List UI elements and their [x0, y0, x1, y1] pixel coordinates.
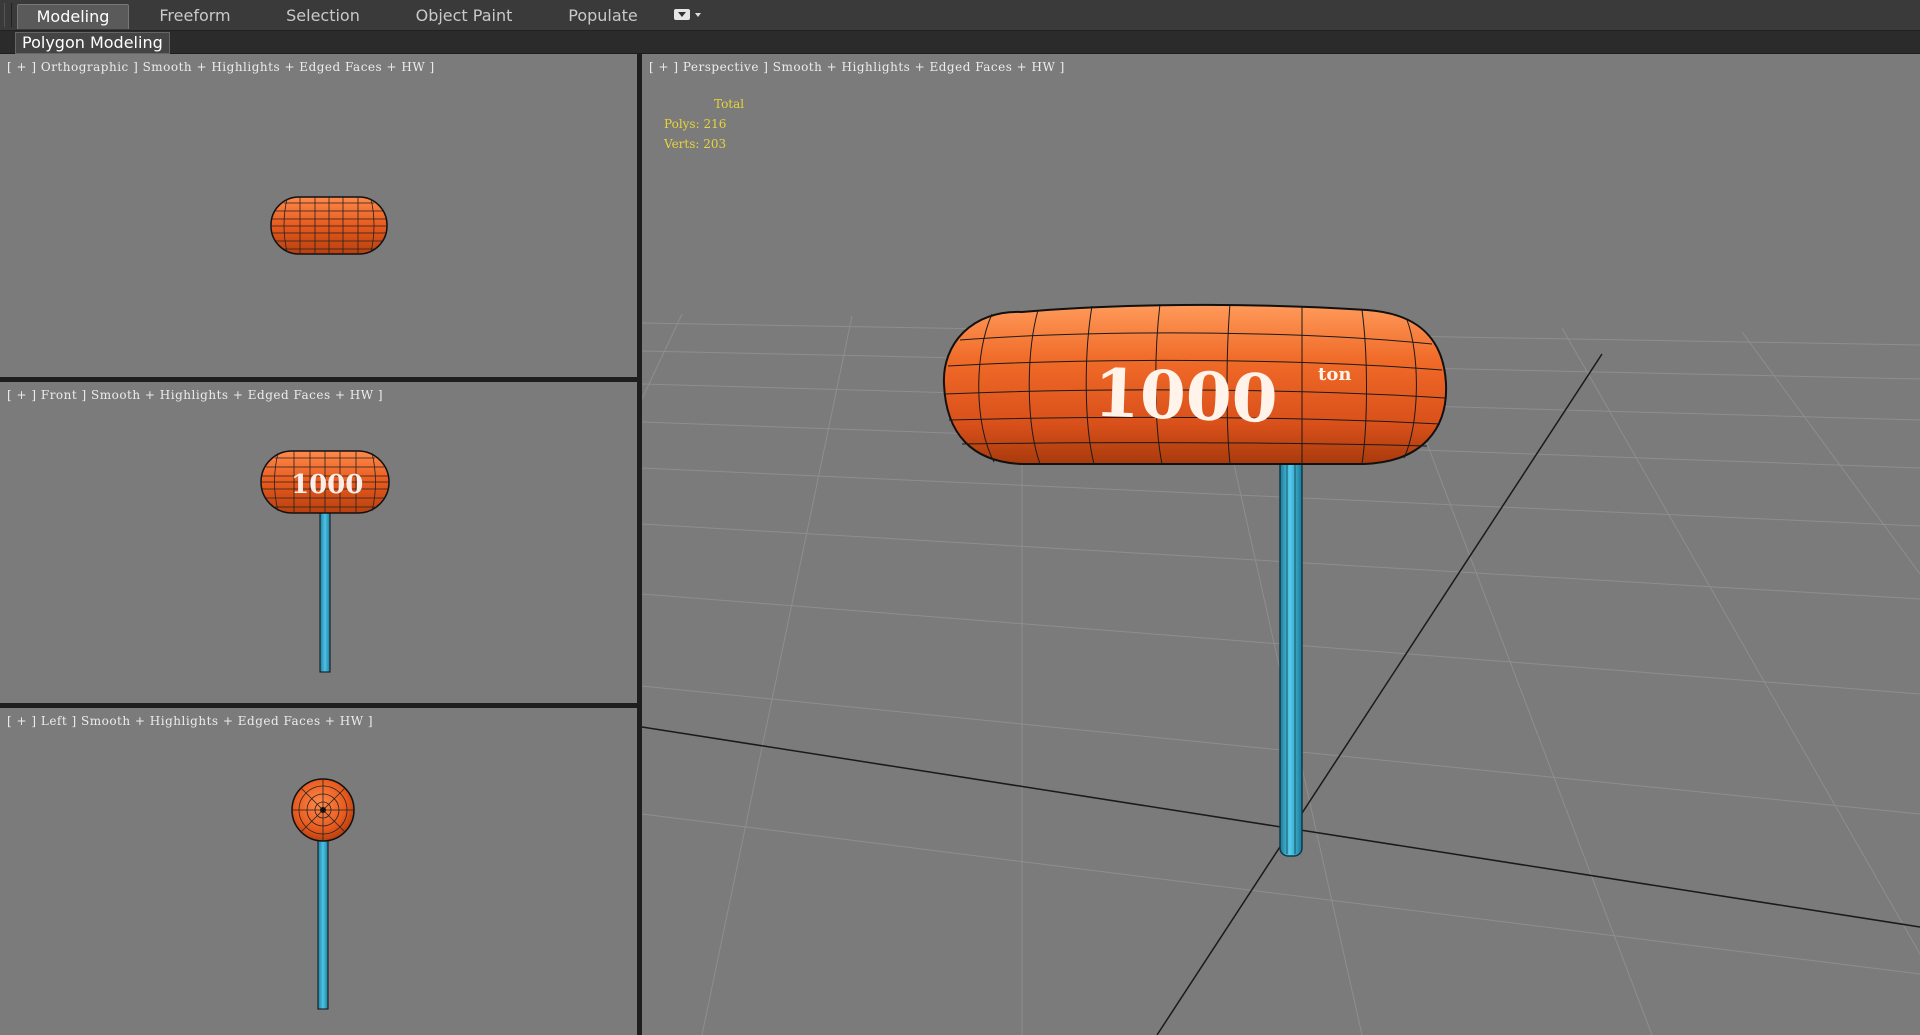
viewport-front[interactable]: [ + ] Front ] Smooth + Highlights + Edge…	[0, 382, 637, 703]
top-view-model	[270, 196, 388, 255]
handle-perspective	[1279, 453, 1303, 857]
perspective-scene: 1000 ton	[642, 303, 1920, 1035]
handle-front	[319, 509, 331, 673]
head-text-front: 1000	[291, 470, 363, 500]
tab-populate[interactable]: Populate	[548, 4, 658, 28]
ribbon-tab-bar: Modeling Freeform Selection Object Paint…	[0, 0, 1920, 31]
head-superscript-perspective: ton	[1318, 364, 1351, 385]
viewport-top[interactable]: [ + ] Orthographic ] Smooth + Highlights…	[0, 54, 637, 377]
polygon-modeling-panel-button[interactable]: Polygon Modeling	[15, 32, 170, 54]
ribbon-grip-handle[interactable]	[4, 3, 12, 27]
ribbon-dropdown-caret-icon[interactable]	[695, 13, 701, 17]
viewport-perspective[interactable]: [ + ] Perspective ] Smooth + Highlights …	[642, 54, 1920, 1035]
front-view-model: 1000	[260, 450, 390, 673]
tab-modeling[interactable]: Modeling	[17, 4, 129, 29]
viewport-left[interactable]: [ + ] Left ] Smooth + Highlights + Edged…	[0, 708, 637, 1035]
handle-left	[317, 837, 329, 1010]
left-view-model	[291, 778, 355, 1010]
tab-freeform[interactable]: Freeform	[140, 4, 250, 28]
ribbon-panel-row: Polygon Modeling	[0, 31, 1920, 54]
head-text-perspective: 1000	[1093, 354, 1279, 438]
tab-selection[interactable]: Selection	[268, 4, 378, 28]
tab-object-paint[interactable]: Object Paint	[404, 4, 524, 28]
ribbon-minimize-toggle-icon[interactable]	[674, 9, 690, 20]
